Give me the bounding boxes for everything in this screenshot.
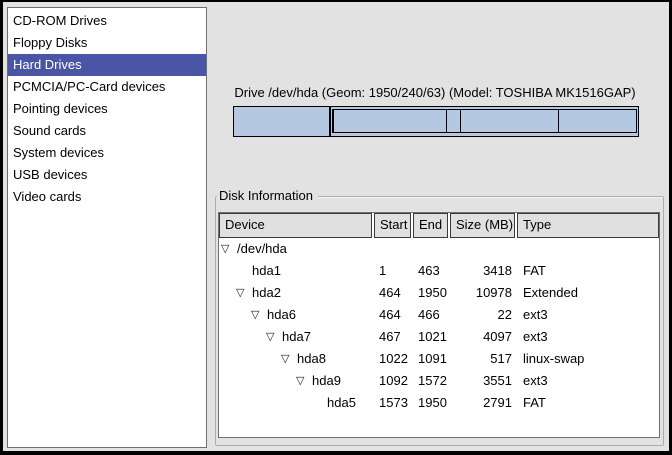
end-cell [413,238,450,260]
partition-segment-hda8 [447,110,461,132]
start-cell: 464 [374,282,413,304]
expander-open-icon[interactable]: ▽ [251,304,267,326]
sidebar-item-pointing-devices[interactable]: Pointing devices [8,98,206,120]
size-cell: 3418 [450,260,517,282]
table-row-hda1[interactable]: hda1 14633418FAT [219,260,659,282]
start-cell: 1 [374,260,413,282]
column-header-start[interactable]: Start [374,213,411,238]
table-header-row: DeviceStartEndSize (MB)Type [219,213,659,238]
sidebar-item-sound-cards[interactable]: Sound cards [8,120,206,142]
size-cell: 4097 [450,326,517,348]
size-cell: 2791 [450,392,517,414]
type-cell: Extended [517,282,659,304]
device-cell: ▽hda6 [219,304,374,326]
type-cell: ext3 [517,326,659,348]
sidebar-item-pcmcia-pc-card-devices[interactable]: PCMCIA/PC-Card devices [8,76,206,98]
type-cell [517,238,659,260]
hardware-browser-window: CD-ROM DrivesFloppy DisksHard DrivesPCMC… [0,0,672,455]
column-header-end[interactable]: End [413,213,448,238]
table-row-hda7[interactable]: ▽hda746710214097ext3 [219,326,659,348]
size-cell: 3551 [450,370,517,392]
device-label: hda5 [327,392,356,414]
expander-open-icon[interactable]: ▽ [236,282,252,304]
table-row-dev-hda[interactable]: ▽/dev/hda [219,238,659,260]
start-cell: 1573 [374,392,413,414]
size-cell: 10978 [450,282,517,304]
device-category-list: CD-ROM DrivesFloppy DisksHard DrivesPCMC… [7,7,207,448]
sidebar-item-video-cards[interactable]: Video cards [8,186,206,208]
end-cell: 1091 [413,348,450,370]
table-row-hda2[interactable]: ▽hda2464195010978Extended [219,282,659,304]
start-cell: 1022 [374,348,413,370]
device-cell: ▽/dev/hda [219,238,374,260]
start-cell: 1092 [374,370,413,392]
table-row-hda5[interactable]: hda5 157319502791FAT [219,392,659,414]
end-cell: 1021 [413,326,450,348]
partition-segment-hda1 [234,107,330,136]
table-body: ▽/dev/hdahda114633418FAT▽hda246419501097… [219,238,659,414]
sidebar-item-system-devices[interactable]: System devices [8,142,206,164]
device-cell: hda1 [219,260,374,282]
device-cell: hda5 [219,392,374,414]
type-cell: ext3 [517,304,659,326]
disk-information-table: DeviceStartEndSize (MB)Type ▽/dev/hdahda… [218,212,660,438]
partition-segment-hda9 [461,110,559,132]
device-label: hda7 [282,326,311,348]
size-cell [450,238,517,260]
end-cell: 463 [413,260,450,282]
expander-open-icon[interactable]: ▽ [296,370,312,392]
device-label: hda8 [297,348,326,370]
end-cell: 466 [413,304,450,326]
expander-open-icon[interactable]: ▽ [266,326,282,348]
sidebar-item-cd-rom-drives[interactable]: CD-ROM Drives [8,10,206,32]
type-cell: ext3 [517,370,659,392]
device-label: hda2 [252,282,281,304]
size-cell: 517 [450,348,517,370]
device-cell: ▽hda2 [219,282,374,304]
disk-information-frame-title: Disk Information [217,188,318,204]
type-cell: FAT [517,260,659,282]
end-cell: 1950 [413,282,450,304]
table-row-hda8[interactable]: ▽hda810221091517linux-swap [219,348,659,370]
partition-segment-hda2 [330,107,638,136]
partition-bar [233,106,639,137]
logical-partitions-strip [332,109,637,133]
table-row-hda9[interactable]: ▽hda9109215723551ext3 [219,370,659,392]
expander-open-icon[interactable]: ▽ [281,348,297,370]
end-cell: 1572 [413,370,450,392]
partition-segment-hda7 [334,110,447,132]
table-row-hda6[interactable]: ▽hda646446622ext3 [219,304,659,326]
sidebar-item-usb-devices[interactable]: USB devices [8,164,206,186]
device-label: /dev/hda [237,238,287,260]
device-label: hda6 [267,304,296,326]
column-header-device[interactable]: Device [219,213,372,238]
start-cell: 467 [374,326,413,348]
column-header-size-mb[interactable]: Size (MB) [450,213,515,238]
end-cell: 1950 [413,392,450,414]
expander-open-icon[interactable]: ▽ [221,238,237,260]
start-cell: 464 [374,304,413,326]
device-cell: ▽hda7 [219,326,374,348]
sidebar-item-floppy-disks[interactable]: Floppy Disks [8,32,206,54]
device-cell: ▽hda8 [219,348,374,370]
device-label: hda9 [312,370,341,392]
column-header-type[interactable]: Type [517,213,659,238]
size-cell: 22 [450,304,517,326]
type-cell: linux-swap [517,348,659,370]
device-cell: ▽hda9 [219,370,374,392]
type-cell: FAT [517,392,659,414]
sidebar-item-hard-drives[interactable]: Hard Drives [8,54,206,76]
partition-segment-hda5 [559,110,636,132]
device-label: hda1 [252,260,281,282]
drive-geometry-label: Drive /dev/hda (Geom: 1950/240/63) (Mode… [230,85,640,100]
start-cell [374,238,413,260]
